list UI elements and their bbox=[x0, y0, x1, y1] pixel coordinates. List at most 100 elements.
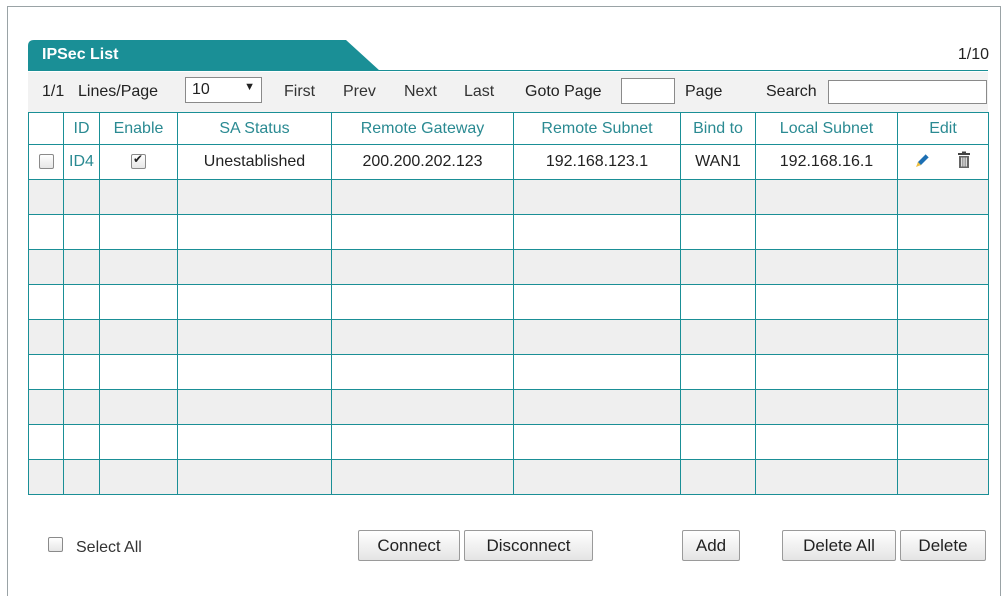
empty-cell bbox=[331, 354, 514, 390]
lines-per-page-label: Lines/Page bbox=[78, 83, 159, 100]
empty-cell bbox=[755, 389, 898, 425]
empty-cell bbox=[99, 214, 178, 250]
row-sa-status: Unestablished bbox=[177, 144, 332, 180]
empty-cell bbox=[897, 389, 989, 425]
empty-cell bbox=[99, 249, 178, 285]
empty-cell bbox=[177, 214, 332, 250]
row-edit-cell bbox=[897, 144, 989, 180]
table-row bbox=[28, 284, 989, 320]
lines-per-page-value: 10 bbox=[192, 81, 210, 98]
panel-tab: IPSec List bbox=[28, 40, 380, 71]
empty-cell bbox=[28, 214, 64, 250]
empty-cell bbox=[680, 284, 756, 320]
header-select bbox=[28, 112, 64, 145]
header-bind-to: Bind to bbox=[680, 112, 756, 145]
empty-cell bbox=[177, 459, 332, 495]
empty-cell bbox=[331, 249, 514, 285]
search-label: Search bbox=[766, 83, 817, 100]
table-row: ID4Unestablished200.200.202.123192.168.1… bbox=[28, 144, 989, 180]
table-row bbox=[28, 389, 989, 425]
table-row bbox=[28, 249, 989, 285]
empty-cell bbox=[63, 284, 100, 320]
empty-cell bbox=[680, 459, 756, 495]
empty-cell bbox=[28, 319, 64, 355]
header-local-subnet: Local Subnet bbox=[755, 112, 898, 145]
trash-icon[interactable] bbox=[956, 151, 972, 174]
ipsec-table: ID Enable SA Status Remote Gateway Remot… bbox=[28, 112, 989, 495]
row-local-subnet: 192.168.16.1 bbox=[755, 144, 898, 180]
empty-cell bbox=[680, 179, 756, 215]
empty-cell bbox=[331, 179, 514, 215]
empty-cell bbox=[331, 319, 514, 355]
panel-title: IPSec List bbox=[42, 46, 119, 63]
empty-cell bbox=[63, 389, 100, 425]
header-id: ID bbox=[63, 112, 100, 145]
page-label: Page bbox=[685, 83, 723, 100]
row-id: ID4 bbox=[63, 144, 100, 180]
empty-cell bbox=[680, 389, 756, 425]
empty-cell bbox=[897, 179, 989, 215]
lines-per-page-select[interactable]: 10 ▼ bbox=[185, 77, 262, 103]
pagination-toolbar: 1/1 Lines/Page 10 ▼ First Prev Next Last… bbox=[28, 72, 988, 112]
empty-cell bbox=[897, 319, 989, 355]
empty-cell bbox=[63, 319, 100, 355]
goto-page-label: Goto Page bbox=[525, 83, 602, 100]
delete-button[interactable]: Delete bbox=[900, 530, 986, 561]
select-all-checkbox[interactable] bbox=[48, 537, 63, 552]
empty-cell bbox=[63, 424, 100, 460]
empty-cell bbox=[28, 249, 64, 285]
goto-page-input[interactable] bbox=[621, 78, 675, 104]
empty-cell bbox=[99, 459, 178, 495]
empty-cell bbox=[28, 284, 64, 320]
empty-cell bbox=[28, 424, 64, 460]
row-remote-gateway: 200.200.202.123 bbox=[331, 144, 514, 180]
empty-cell bbox=[680, 249, 756, 285]
empty-cell bbox=[63, 214, 100, 250]
last-page-link[interactable]: Last bbox=[464, 83, 494, 101]
page-count: 1/10 bbox=[957, 46, 989, 63]
row-remote-subnet: 192.168.123.1 bbox=[513, 144, 681, 180]
empty-cell bbox=[63, 459, 100, 495]
empty-cell bbox=[897, 424, 989, 460]
empty-cell bbox=[897, 214, 989, 250]
empty-cell bbox=[755, 319, 898, 355]
current-page: 1/1 bbox=[42, 83, 65, 100]
empty-cell bbox=[63, 179, 100, 215]
header-enable: Enable bbox=[99, 112, 178, 145]
disconnect-button[interactable]: Disconnect bbox=[464, 530, 593, 561]
empty-cell bbox=[897, 284, 989, 320]
add-button[interactable]: Add bbox=[682, 530, 740, 561]
empty-cell bbox=[680, 424, 756, 460]
empty-cell bbox=[513, 179, 681, 215]
empty-cell bbox=[513, 459, 681, 495]
empty-cell bbox=[177, 319, 332, 355]
empty-cell bbox=[680, 214, 756, 250]
empty-cell bbox=[755, 249, 898, 285]
table-header-row: ID Enable SA Status Remote Gateway Remot… bbox=[28, 112, 989, 145]
search-input[interactable] bbox=[828, 80, 987, 104]
empty-cell bbox=[680, 354, 756, 390]
tab-divider bbox=[28, 70, 988, 71]
connect-button[interactable]: Connect bbox=[358, 530, 460, 561]
header-sa-status: SA Status bbox=[177, 112, 332, 145]
dropdown-arrow-icon: ▼ bbox=[244, 81, 255, 93]
delete-all-button[interactable]: Delete All bbox=[782, 530, 896, 561]
empty-cell bbox=[513, 284, 681, 320]
empty-cell bbox=[513, 354, 681, 390]
empty-cell bbox=[755, 424, 898, 460]
row-bind-to: WAN1 bbox=[680, 144, 756, 180]
empty-cell bbox=[99, 319, 178, 355]
empty-cell bbox=[331, 214, 514, 250]
row-enable-checkbox[interactable] bbox=[131, 152, 146, 170]
prev-page-link[interactable]: Prev bbox=[343, 83, 376, 101]
empty-cell bbox=[513, 424, 681, 460]
empty-cell bbox=[755, 214, 898, 250]
empty-cell bbox=[331, 424, 514, 460]
empty-cell bbox=[63, 249, 100, 285]
empty-cell bbox=[513, 249, 681, 285]
next-page-link[interactable]: Next bbox=[404, 83, 437, 101]
pencil-icon[interactable] bbox=[914, 151, 932, 174]
row-select-checkbox[interactable] bbox=[38, 154, 54, 170]
empty-cell bbox=[63, 354, 100, 390]
first-page-link[interactable]: First bbox=[284, 83, 315, 101]
